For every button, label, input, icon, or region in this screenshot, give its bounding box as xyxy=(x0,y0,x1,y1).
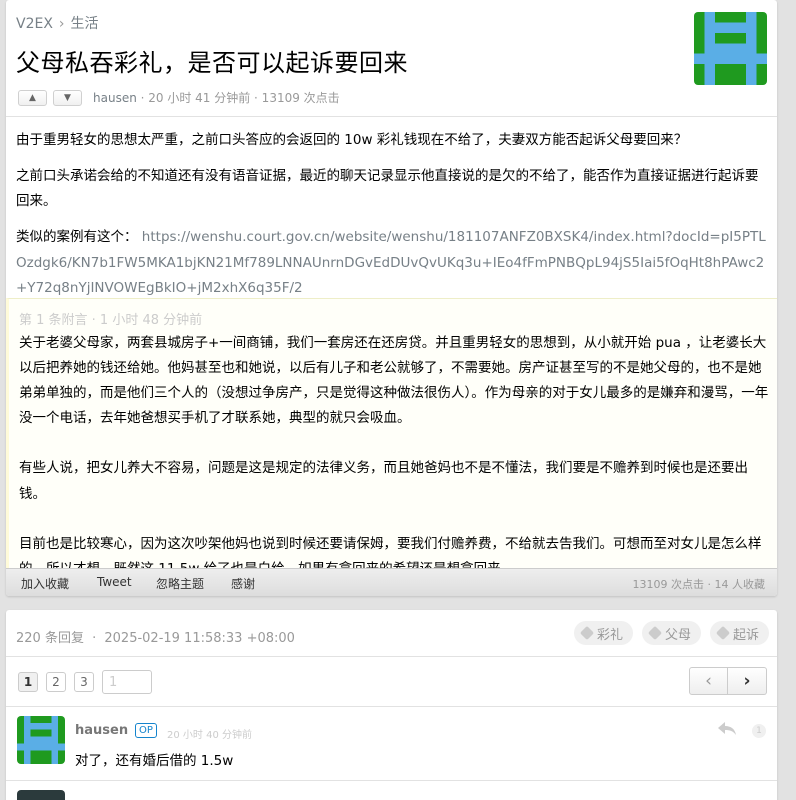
vote-controls: ▲ ▼ xyxy=(18,90,82,106)
reply-count: 220 条回复 xyxy=(16,631,84,646)
tag-caili[interactable]: 彩礼 xyxy=(573,621,633,645)
breadcrumb: V2EX › 生活 xyxy=(16,13,99,33)
tag-label: 彩礼 xyxy=(596,627,623,643)
content-case-paragraph: 类似的案例有这个： https://wenshu.court.gov.cn/we… xyxy=(16,225,768,302)
topic-title: 父母私吞彩礼，是否可以起诉要回来 xyxy=(16,49,408,77)
supplement-paragraph-1: 关于老婆父母家，两套县城房子+一间商铺，我们一套房还在还房贷。并且重男轻女的思想… xyxy=(19,335,769,427)
tag-icon xyxy=(715,625,731,641)
author-avatar[interactable] xyxy=(694,12,767,85)
tweet-button[interactable]: Tweet xyxy=(97,575,132,589)
content-paragraph-1: 由于重男轻女的思想太严重，之前口头答应的会返回的 10w 彩礼钱现在不给了，夫妻… xyxy=(16,132,688,148)
topic-content: 由于重男轻女的思想太严重，之前口头答应的会返回的 10w 彩礼钱现在不给了，夫妻… xyxy=(16,118,768,302)
reply-arrow-icon[interactable] xyxy=(717,720,737,736)
page-2[interactable]: 2 xyxy=(46,672,66,692)
supplement-header: 第 1 条附言 · 1 小时 48 分钟前 xyxy=(19,313,203,328)
topic-toolbar: 加入收藏 Tweet 忽略主题 感谢 13109 次点击 · 14 人收藏 xyxy=(6,568,777,596)
topic-header: V2EX › 生活 父母私吞彩礼，是否可以起诉要回来 ▲ ▼ hausen · 20… xyxy=(6,0,777,117)
tag-icon xyxy=(647,625,663,641)
topic-box: V2EX › 生活 父母私吞彩礼，是否可以起诉要回来 ▲ ▼ hausen · 20… xyxy=(6,0,777,596)
page-jump-input[interactable]: 1 xyxy=(102,670,152,694)
replies-box: 220 条回复 · 2025-02-19 11:58:33 +08:00 彩礼 … xyxy=(6,610,777,800)
op-badge: OP xyxy=(135,723,157,738)
replies-summary: 220 条回复 · 2025-02-19 11:58:33 +08:00 xyxy=(16,627,295,646)
tag-label: 父母 xyxy=(664,627,691,643)
topic-tags: 彩礼 父母 起诉 xyxy=(573,621,769,645)
tag-fumu[interactable]: 父母 xyxy=(641,621,701,645)
divider xyxy=(6,706,777,707)
next-reply-avatar[interactable] xyxy=(17,790,65,800)
page-3[interactable]: 3 xyxy=(74,672,94,692)
thank-button[interactable]: 感谢 xyxy=(231,575,255,592)
summary-separator: · xyxy=(92,631,97,646)
topic-author-link[interactable]: hausen xyxy=(93,91,137,105)
content-paragraph-2: 之前口头承诺会给的不知道还有没有语音证据，最近的聊天记录显示他直接说的是欠的不给… xyxy=(16,167,759,210)
last-reply-date: 2025-02-19 11:58:33 +08:00 xyxy=(104,631,295,646)
divider xyxy=(6,780,777,781)
topic-supplement: 第 1 条附言 · 1 小时 48 分钟前 关于老婆父母家，两套县城房子+一间商… xyxy=(6,298,777,577)
next-page-button[interactable]: › xyxy=(728,667,767,695)
prev-page-button[interactable]: ‹ xyxy=(689,667,728,695)
topic-meta-info: · 20 小时 41 分钟前 · 13109 次点击 xyxy=(136,91,340,105)
breadcrumb-site-link[interactable]: V2EX xyxy=(16,16,53,32)
supplement-paragraph-2: 有些人说，把女儿养大不容易，问题是这是规定的法律义务，而且她爸妈也不是不懂法，我… xyxy=(19,460,748,502)
topic-meta: hausen · 20 小时 41 分钟前 · 13109 次点击 xyxy=(93,89,340,106)
tag-icon xyxy=(579,625,595,641)
breadcrumb-node-link[interactable]: 生活 xyxy=(71,16,99,32)
topic-stats: 13109 次点击 · 14 人收藏 xyxy=(632,578,765,591)
reply-text: 对了，还有婚后借的 1.5w xyxy=(75,753,234,769)
tag-label: 起诉 xyxy=(732,627,759,643)
favorite-button[interactable]: 加入收藏 xyxy=(21,575,69,592)
chevron-up-icon: ▲ xyxy=(29,93,36,103)
divider xyxy=(6,656,777,657)
page-nav: ‹ › xyxy=(689,667,767,695)
case-label: 类似的案例有这个： xyxy=(16,228,138,245)
reply-floor-number: 1 xyxy=(752,724,766,738)
chevron-down-icon: ▼ xyxy=(64,93,71,103)
tag-qisu[interactable]: 起诉 xyxy=(709,621,769,645)
ignore-topic-button[interactable]: 忽略主题 xyxy=(156,575,204,592)
reply-time: 20 小时 40 分钟前 xyxy=(167,730,252,741)
downvote-button[interactable]: ▼ xyxy=(53,90,82,106)
page-1[interactable]: 1 xyxy=(18,672,38,692)
pagination: 1 2 3 1 xyxy=(18,670,152,694)
reply-avatar[interactable] xyxy=(17,716,65,764)
upvote-button[interactable]: ▲ xyxy=(18,90,47,106)
breadcrumb-separator: › xyxy=(58,16,65,32)
supplement-body: 关于老婆父母家，两套县城房子+一间商铺，我们一套房还在还房贷。并且重男轻女的思想… xyxy=(19,331,771,582)
reply-author-link[interactable]: hausen xyxy=(75,723,128,738)
